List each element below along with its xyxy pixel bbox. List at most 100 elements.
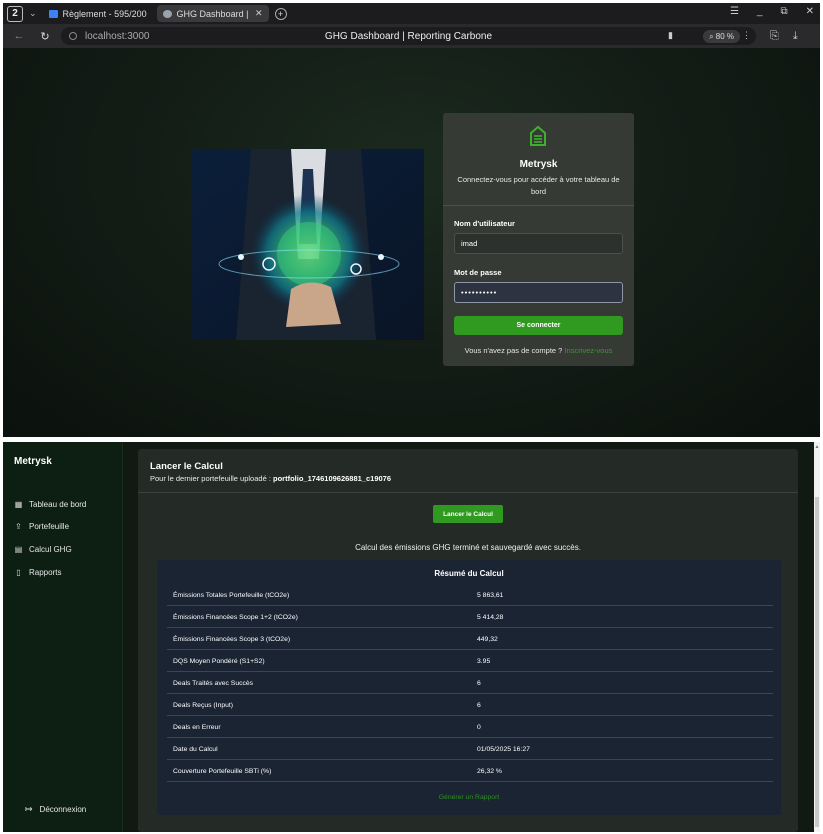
logout-label: Déconnexion (39, 805, 87, 814)
row-value: 6 (477, 680, 481, 687)
close-icon[interactable]: ✕ (255, 8, 263, 19)
row-value: 01/05/2025 16:27 (477, 746, 530, 753)
browser-tab-reglement[interactable]: Règlement - 595/2009 - EN (43, 5, 153, 22)
row-label: Deals Reçus (Input) (173, 702, 234, 709)
react-icon (162, 9, 172, 18)
url-field[interactable]: localhost:3000 GHG Dashboard | Reporting… (61, 27, 756, 45)
upload-icon: ⇪ (15, 522, 22, 531)
card-subtitle: Pour le dernier portefeuille uploadé : p… (150, 474, 391, 483)
tab-count-badge[interactable]: 2 (7, 5, 23, 22)
signup-text: Vous n'avez pas de compte ? (464, 346, 563, 355)
subtitle-prefix: Pour le dernier portefeuille uploadé : (150, 474, 271, 483)
row-label: Couverture Portefeuille SBTi (%) (173, 768, 272, 775)
row-label: Émissions Financées Scope 3 (tCO2e) (173, 636, 291, 643)
table-row: Deals en Erreur 0 (167, 716, 773, 738)
row-value: 6 (477, 702, 481, 709)
login-tagline: Connectez-vous pour accéder à votre tabl… (457, 175, 620, 196)
password-field[interactable]: •••••••••• (454, 282, 623, 303)
sidebar-item-label: Calcul GHG (29, 545, 72, 554)
bookmark-icon[interactable]: ▮ (668, 30, 673, 41)
divider (443, 205, 634, 206)
table-row: Deals Reçus (Input) 6 (167, 694, 773, 716)
table-row: Deals Traités avec Succès 6 (167, 672, 773, 694)
download-icon[interactable]: ⤓ (793, 30, 798, 43)
sidebar-item-label: Tableau de bord (29, 500, 87, 509)
sidebar-item-reports[interactable]: ▯ Rapports (14, 568, 61, 577)
dashboard-screenshot: Metrysk ▦ Tableau de bord ⇪ Portefeuille… (3, 442, 820, 832)
sidebar-item-label: Rapports (29, 568, 62, 577)
table-row: Émissions Totales Portefeuille (tCO2e) 5 … (167, 584, 773, 606)
password-label: Mot de passe (454, 268, 502, 277)
back-icon[interactable]: ← (13, 30, 25, 42)
login-screenshot: 2 ⌄ Règlement - 595/2009 - EN GHG Dashbo… (3, 3, 820, 437)
table-row: Couverture Portefeuille SBTi (%) 26,32 % (167, 760, 773, 782)
brand-name: Metrysk (519, 159, 558, 170)
sidebar-item-calcul-ghg[interactable]: ▤ Calcul GHG (14, 545, 72, 554)
portfolio-id: portfolio_1746109626881_c19076 (273, 474, 392, 483)
tab-label: Règlement - 595/2009 - EN (62, 8, 147, 19)
site-info-icon[interactable] (69, 32, 77, 40)
main-content: Lancer le Calcul Pour le dernier portefe… (124, 442, 820, 832)
calculator-icon: ▤ (14, 545, 23, 554)
summary-title: Résumé du Calcul (434, 569, 504, 578)
login-button[interactable]: Se connecter (454, 316, 623, 335)
menu-icon[interactable]: ☰ (730, 6, 739, 17)
window-controls: ☰ _ ⧉ ✕ (730, 6, 814, 17)
sidebar-item-label: Portefeuille (29, 522, 70, 531)
sidebar-item-portfolio[interactable]: ⇪ Portefeuille (14, 522, 69, 531)
address-bar: ← ↻ localhost:3000 GHG Dashboard | Repor… (3, 24, 820, 48)
zoom-indicator[interactable]: ⌕ 80 % (703, 30, 740, 43)
card-title: Lancer le Calcul (150, 461, 223, 472)
sidebar-item-dashboard[interactable]: ▦ Tableau de bord (14, 500, 87, 509)
row-value: 26,32 % (477, 768, 502, 775)
row-value: 449,32 (477, 636, 498, 643)
page-title: GHG Dashboard | Reporting Carbone (324, 31, 493, 42)
scrollbar[interactable]: ▲ (814, 442, 820, 832)
tab-label: GHG Dashboard | Reporting Carbone (176, 8, 251, 19)
url-text: localhost:3000 (85, 30, 150, 42)
success-message: Calcul des émissions GHG terminé et sauv… (355, 543, 581, 552)
username-field[interactable]: imad (454, 233, 623, 254)
close-window-icon[interactable]: ✕ (806, 6, 814, 17)
scrollbar-thumb[interactable] (815, 497, 819, 827)
grid-icon: ▦ (14, 500, 23, 509)
row-value: 3.95 (477, 658, 491, 665)
row-label: Émissions Totales Portefeuille (tCO2e) (173, 592, 290, 599)
username-label: Nom d'utilisateur (454, 219, 515, 228)
building-icon (530, 125, 546, 146)
scroll-up-icon[interactable]: ▲ (814, 444, 820, 450)
sidebar-brand: Metrysk (14, 456, 52, 467)
wallet-icon[interactable]: ⎘ (770, 30, 779, 43)
generate-report-link[interactable]: Générer un Rapport (157, 794, 781, 801)
chevron-down-icon[interactable]: ⌄ (29, 8, 37, 19)
reload-icon[interactable]: ↻ (39, 30, 51, 43)
table-row: Émissions Financées Scope 3 (tCO2e) 449,3… (167, 628, 773, 650)
row-value: 5 863,61 (477, 592, 504, 599)
divider (138, 492, 798, 493)
restore-icon[interactable]: ⧉ (780, 6, 787, 17)
signup-link[interactable]: Inscrivez-vous (564, 346, 612, 355)
login-page: Metrysk Connectez-vous pour accéder à vo… (3, 48, 820, 437)
row-value: 0 (477, 724, 481, 731)
table-row: DQS Moyen Pondéré (S1+S2) 3.95 (167, 650, 773, 672)
login-card: Metrysk Connectez-vous pour accéder à vo… (443, 113, 634, 366)
calculation-card: Lancer le Calcul Pour le dernier portefe… (138, 449, 798, 832)
minimize-icon[interactable]: _ (757, 6, 763, 17)
browser-tab-ghg[interactable]: GHG Dashboard | Reporting Carbone ✕ (156, 5, 269, 22)
logout-icon: ↦ (25, 804, 33, 814)
logout-button[interactable]: ↦ Déconnexion (25, 804, 86, 815)
row-label: Deals en Erreur (173, 724, 221, 731)
row-label: Deals Traités avec Succès (173, 680, 254, 687)
browser-tab-bar: 2 ⌄ Règlement - 595/2009 - EN GHG Dashbo… (3, 3, 820, 24)
row-value: 5 414,28 (477, 614, 504, 621)
row-label: DQS Moyen Pondéré (S1+S2) (173, 658, 265, 665)
document-icon: ▯ (16, 568, 21, 577)
row-label: Émissions Financées Scope 1+2 (tCO2e) (173, 614, 298, 621)
more-icon[interactable]: ⋮ (742, 30, 751, 41)
zoom-level: 80 % (715, 32, 734, 41)
run-calculation-button[interactable]: Lancer le Calcul (433, 505, 503, 523)
new-tab-button[interactable]: + (274, 7, 287, 20)
signup-prompt: Vous n'avez pas de compte ? Inscrivez-vo… (443, 346, 634, 355)
table-row: Émissions Financées Scope 1+2 (tCO2e) 5 4… (167, 606, 773, 628)
summary-panel: Résumé du Calcul Émissions Totales Porte… (157, 560, 781, 815)
